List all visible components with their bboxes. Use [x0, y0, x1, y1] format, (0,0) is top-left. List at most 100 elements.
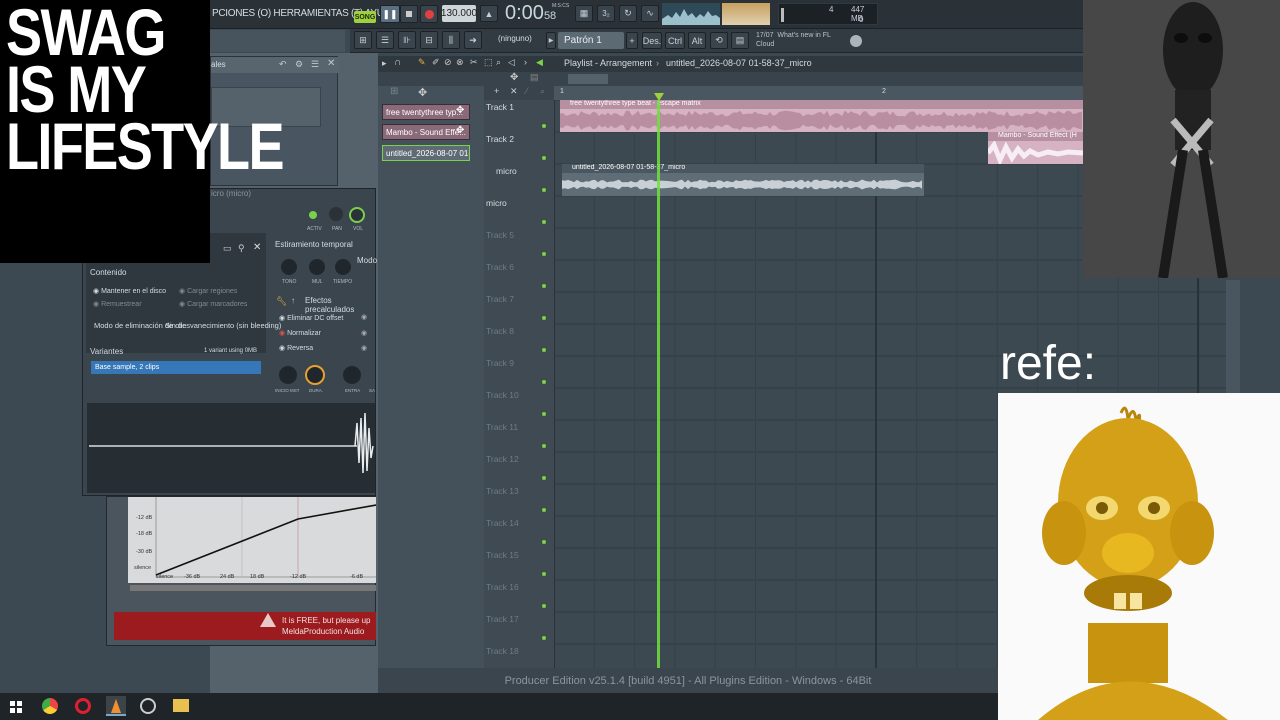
volume-knob[interactable]: [349, 207, 365, 223]
file-explorer-icon[interactable]: [173, 699, 189, 712]
track-led[interactable]: [542, 380, 546, 384]
mul-knob[interactable]: [309, 259, 325, 275]
windows-start-icon[interactable]: [10, 700, 22, 713]
track-header[interactable]: Track 16: [486, 580, 548, 612]
picker-move-icon[interactable]: ✥: [418, 86, 427, 99]
track-led[interactable]: [542, 572, 546, 576]
track-led[interactable]: [542, 156, 546, 160]
track-led[interactable]: [542, 124, 546, 128]
cargar-regiones-option[interactable]: ◉ Cargar regiones: [179, 287, 237, 295]
master-volume-meter[interactable]: [722, 3, 770, 25]
mantener-option[interactable]: ◉ Mantener en el disco: [93, 287, 166, 295]
tiempo-knob[interactable]: [335, 259, 351, 275]
folder-icon[interactable]: ▭: [223, 243, 232, 254]
picker-icon-1[interactable]: ⊞: [390, 86, 398, 97]
mute-icon[interactable]: ⊗: [456, 57, 464, 68]
pattern-prev[interactable]: ▶: [546, 32, 556, 49]
picker-drag-icon-1[interactable]: ✥: [456, 105, 464, 116]
record-button[interactable]: [420, 5, 438, 23]
settings-icon[interactable]: ⚙: [295, 59, 303, 70]
track-header[interactable]: micro: [486, 196, 548, 228]
track-header[interactable]: Track 13: [486, 484, 548, 516]
modo-eliminacion-value[interactable]: Sin desvanecimiento (sin bleeding): [165, 321, 281, 330]
picker-item-micro[interactable]: untitled_2026-08-07 01-...: [382, 145, 470, 161]
track-header[interactable]: Track 5: [486, 228, 548, 260]
track-header[interactable]: Track 2: [486, 132, 548, 164]
tempo-display[interactable]: 130.000: [441, 5, 477, 22]
active-led[interactable]: [309, 211, 317, 219]
track-header[interactable]: Track 12: [486, 452, 548, 484]
compressor-graph[interactable]: -12 dB -18 dB -30 dB silence silence -36…: [128, 497, 377, 583]
cargar-marcadores-option[interactable]: ◉ Cargar marcadores: [179, 300, 247, 308]
track-header[interactable]: Track 7: [486, 292, 548, 324]
dialog-close-icon[interactable]: ✕: [253, 242, 261, 253]
tono-knob[interactable]: [281, 259, 297, 275]
track-header[interactable]: Track 17: [486, 612, 548, 644]
close-icon[interactable]: ✕: [327, 58, 335, 69]
fx-toggle-1[interactable]: ◉: [361, 313, 367, 321]
edit-track-icon[interactable]: ⁄: [526, 86, 528, 96]
add-pattern-button[interactable]: +: [626, 32, 638, 49]
track-header[interactable]: Track 1: [486, 100, 548, 132]
pin-icon[interactable]: ⚲: [238, 243, 245, 254]
track-led[interactable]: [542, 636, 546, 640]
track-led[interactable]: [542, 348, 546, 352]
undo-icon[interactable]: ↶: [279, 59, 287, 70]
track-led[interactable]: [542, 540, 546, 544]
track-header[interactable]: Track 11: [486, 420, 548, 452]
fx-normalizar[interactable]: ◉ Normalizar: [279, 329, 321, 337]
delete-icon[interactable]: ⊘: [444, 57, 452, 68]
chrome-icon[interactable]: [42, 698, 58, 714]
news-panel[interactable]: 17/07 What's new in FL Cloud: [756, 31, 831, 49]
track-header[interactable]: Track 6: [486, 260, 548, 292]
zoom-icon[interactable]: ⌕: [496, 57, 501, 68]
overview-scroll[interactable]: [568, 74, 608, 84]
clip-mambo[interactable]: Mambo - Sound Effect (H: [988, 132, 1083, 164]
track-header[interactable]: Track 8: [486, 324, 548, 356]
browser-button[interactable]: ⊟: [420, 31, 438, 49]
loop-record-button[interactable]: ↻: [619, 5, 637, 22]
track-led[interactable]: [542, 444, 546, 448]
overview-icon[interactable]: ▤: [530, 72, 539, 83]
track-header[interactable]: Track 15: [486, 548, 548, 580]
entra-knob[interactable]: [343, 366, 361, 384]
fx-toggle-3[interactable]: ◉: [361, 344, 367, 352]
track-led[interactable]: [542, 220, 546, 224]
metronome-button[interactable]: ▲: [480, 5, 498, 22]
clip-beat[interactable]: free twentythree type beat - escape matr…: [560, 100, 1083, 132]
snap-selector[interactable]: (ninguno): [498, 34, 532, 43]
wait-button[interactable]: ∿: [641, 5, 659, 22]
timeline-ruler[interactable]: 1 2: [554, 86, 1083, 101]
track-led[interactable]: [542, 252, 546, 256]
add-track-icon[interactable]: +: [494, 86, 499, 96]
arrow-button[interactable]: ➜: [464, 31, 482, 49]
ctrl-button[interactable]: Ctrl: [665, 32, 685, 49]
brush-icon[interactable]: ✐: [432, 57, 440, 68]
track-header[interactable]: Track 14: [486, 516, 548, 548]
stop-button[interactable]: [400, 5, 418, 23]
playlist-button[interactable]: ⊞: [354, 31, 372, 49]
track-led[interactable]: [542, 508, 546, 512]
graph-scrollbar[interactable]: [130, 585, 376, 591]
track-led[interactable]: [542, 476, 546, 480]
browser-db-button[interactable]: ▤: [731, 32, 749, 49]
select-icon[interactable]: ⬚: [484, 57, 493, 68]
typing-keyboard-button[interactable]: ▦: [575, 5, 593, 22]
wizard-button[interactable]: ⟲: [710, 32, 728, 49]
chevron-icon[interactable]: ›: [524, 57, 527, 67]
track-header[interactable]: Track 10: [486, 388, 548, 420]
opera-icon[interactable]: [75, 698, 91, 714]
fx-toggle-2[interactable]: ◉: [361, 329, 367, 337]
step-button[interactable]: 3₂: [597, 5, 615, 22]
melda-banner[interactable]: It is FREE, but please up MeldaProductio…: [114, 612, 376, 640]
move-icon[interactable]: ✥: [510, 72, 518, 83]
variant-item[interactable]: Base sample, 2 clips: [91, 361, 261, 374]
remove-track-icon[interactable]: ✕: [510, 86, 518, 97]
fx-reversa[interactable]: ◉ Reversa: [279, 344, 313, 352]
mixer-button[interactable]: ⫼: [442, 31, 460, 49]
track-header[interactable]: Track 9: [486, 356, 548, 388]
sample-waveform[interactable]: [87, 403, 375, 493]
song-mode-badge[interactable]: SONG: [354, 11, 376, 23]
des-button[interactable]: Des.: [642, 32, 662, 49]
track-led[interactable]: [542, 604, 546, 608]
